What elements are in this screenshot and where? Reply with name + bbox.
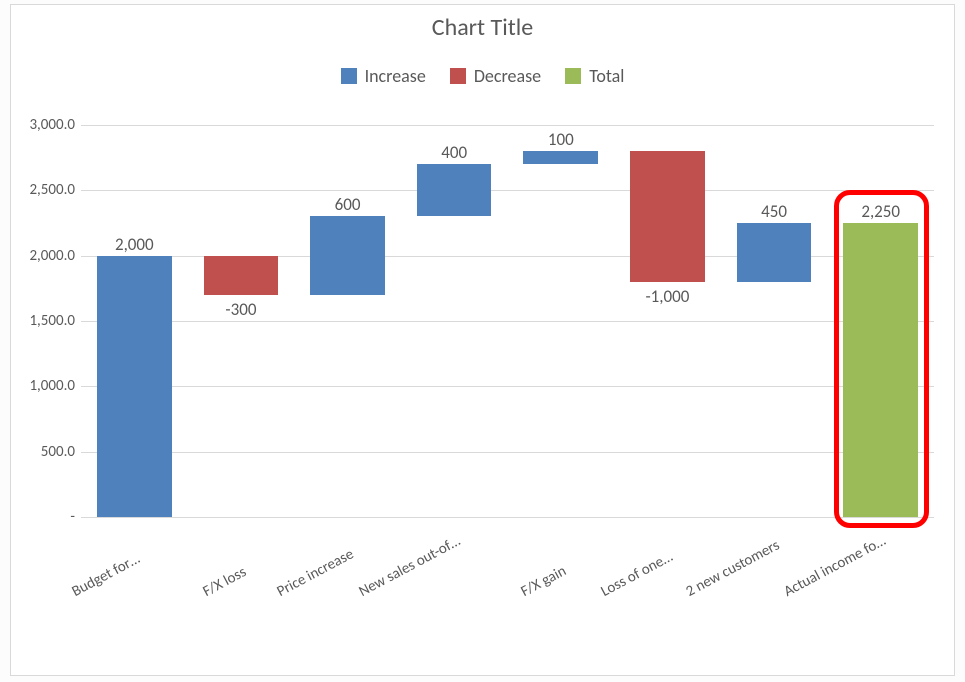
waterfall-bar bbox=[523, 151, 598, 164]
data-label: 450 bbox=[721, 201, 828, 222]
legend-swatch-total-icon bbox=[565, 68, 581, 84]
y-tick-label: 1,500.0 bbox=[21, 312, 75, 330]
legend-item-total: Total bbox=[565, 65, 624, 87]
chart-frame: Chart Title Increase Decrease Total -500… bbox=[10, 4, 955, 676]
legend-item-decrease: Decrease bbox=[450, 65, 541, 87]
x-tick-label: Budget for… bbox=[69, 550, 143, 601]
x-tick-label: Actual income fo… bbox=[781, 532, 889, 601]
x-tick-label: F/X loss bbox=[200, 563, 249, 601]
plot-area: -500.01,000.01,500.02,000.02,500.03,000.… bbox=[81, 125, 934, 517]
y-tick-label: 1,000.0 bbox=[21, 377, 75, 395]
x-tick-label: F/X gain bbox=[518, 562, 569, 601]
data-label: 600 bbox=[294, 194, 401, 215]
waterfall-bar bbox=[737, 223, 812, 282]
category: -1,000Loss of one… bbox=[614, 125, 721, 517]
waterfall-bar bbox=[843, 223, 918, 517]
y-tick-label: 2,500.0 bbox=[21, 181, 75, 199]
x-tick-label: 2 new customers bbox=[683, 536, 783, 600]
category: 2,000Budget for… bbox=[81, 125, 188, 517]
x-tick-label: Price increase bbox=[274, 545, 357, 600]
data-label: -1,000 bbox=[614, 286, 721, 307]
y-tick-label: - bbox=[21, 508, 75, 526]
legend-item-increase: Increase bbox=[341, 65, 426, 87]
data-label: 2,250 bbox=[827, 201, 934, 222]
y-tick-label: 500.0 bbox=[21, 443, 75, 461]
legend-swatch-increase-icon bbox=[341, 68, 357, 84]
legend-label-increase: Increase bbox=[365, 65, 426, 87]
category: 100F/X gain bbox=[508, 125, 615, 517]
legend-label-decrease: Decrease bbox=[474, 65, 541, 87]
x-tick-label: New sales out-of… bbox=[356, 532, 464, 601]
waterfall-bar bbox=[630, 151, 705, 282]
legend-label-total: Total bbox=[589, 65, 624, 87]
waterfall-bar bbox=[310, 216, 385, 294]
data-label: 2,000 bbox=[81, 234, 188, 255]
y-tick-label: 3,000.0 bbox=[21, 116, 75, 134]
data-label: -300 bbox=[188, 299, 295, 320]
category: 4502 new customers bbox=[721, 125, 828, 517]
waterfall-bar bbox=[97, 256, 172, 517]
y-tick-label: 2,000.0 bbox=[21, 247, 75, 265]
waterfall-bar bbox=[417, 164, 492, 216]
category: 600Price increase bbox=[294, 125, 401, 517]
category: -300F/X loss bbox=[188, 125, 295, 517]
chart-title: Chart Title bbox=[11, 13, 954, 42]
data-label: 100 bbox=[508, 129, 615, 150]
x-tick-label: Loss of one… bbox=[598, 548, 676, 601]
legend-swatch-decrease-icon bbox=[450, 68, 466, 84]
category: 2,250Actual income fo… bbox=[827, 125, 934, 517]
legend: Increase Decrease Total bbox=[11, 65, 954, 89]
gridline bbox=[81, 517, 934, 518]
waterfall-bar bbox=[204, 256, 279, 295]
category: 400New sales out-of… bbox=[401, 125, 508, 517]
data-label: 400 bbox=[401, 142, 508, 163]
